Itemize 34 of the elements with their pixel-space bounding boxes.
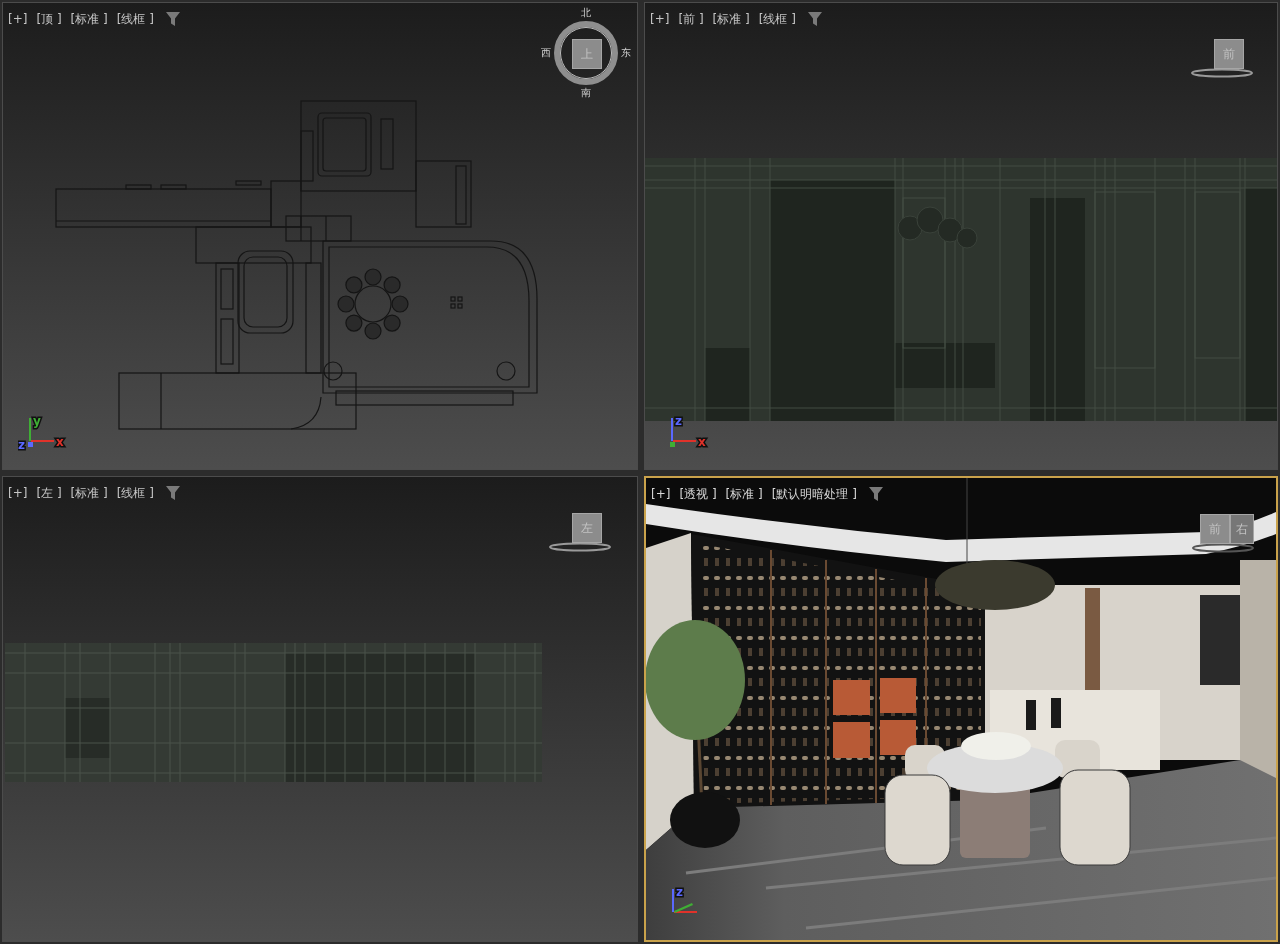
- view-name-menu[interactable]: [左 ]: [36, 485, 62, 501]
- view-preset-menu[interactable]: [标准 ]: [712, 11, 750, 27]
- shading-mode-menu[interactable]: [线框 ]: [116, 485, 154, 501]
- viewcube-ring-icon[interactable]: [548, 542, 612, 552]
- view-preset-menu[interactable]: [标准 ]: [70, 485, 108, 501]
- axis-label: z: [675, 414, 682, 428]
- axis-label: z: [676, 885, 683, 899]
- compass-direction-label[interactable]: 南: [581, 87, 591, 99]
- viewport-plus-menu[interactable]: [+]: [651, 486, 671, 502]
- shading-mode-menu[interactable]: [线框 ]: [758, 11, 796, 27]
- axis-label: z: [18, 438, 25, 452]
- axis-label: x: [698, 435, 706, 449]
- axis-label: y: [33, 414, 41, 428]
- view-name-menu[interactable]: [顶 ]: [36, 11, 62, 27]
- viewport-plus-menu[interactable]: [+]: [8, 11, 28, 27]
- filter-icon[interactable]: [166, 12, 180, 26]
- compass-ring-icon[interactable]: [553, 20, 619, 86]
- view-preset-menu[interactable]: [标准 ]: [70, 11, 108, 27]
- compass-direction-label[interactable]: 北: [581, 7, 591, 19]
- filter-icon[interactable]: [166, 486, 180, 500]
- axis-label: x: [56, 435, 64, 449]
- compass-direction-label[interactable]: 东: [621, 47, 631, 59]
- viewcube-ring-icon[interactable]: [1191, 543, 1255, 553]
- shading-mode-menu[interactable]: [默认明暗处理 ]: [771, 486, 857, 502]
- view-name-menu[interactable]: [前 ]: [678, 11, 704, 27]
- filter-icon[interactable]: [869, 487, 883, 501]
- compass-direction-label[interactable]: 西: [541, 47, 551, 59]
- viewport-plus-menu[interactable]: [+]: [8, 485, 28, 501]
- viewcube-ring-icon[interactable]: [1190, 68, 1254, 78]
- filter-icon[interactable]: [808, 12, 822, 26]
- view-name-menu[interactable]: [透视 ]: [679, 486, 717, 502]
- viewport-plus-menu[interactable]: [+]: [650, 11, 670, 27]
- shading-mode-menu[interactable]: [线框 ]: [116, 11, 154, 27]
- view-preset-menu[interactable]: [标准 ]: [725, 486, 763, 502]
